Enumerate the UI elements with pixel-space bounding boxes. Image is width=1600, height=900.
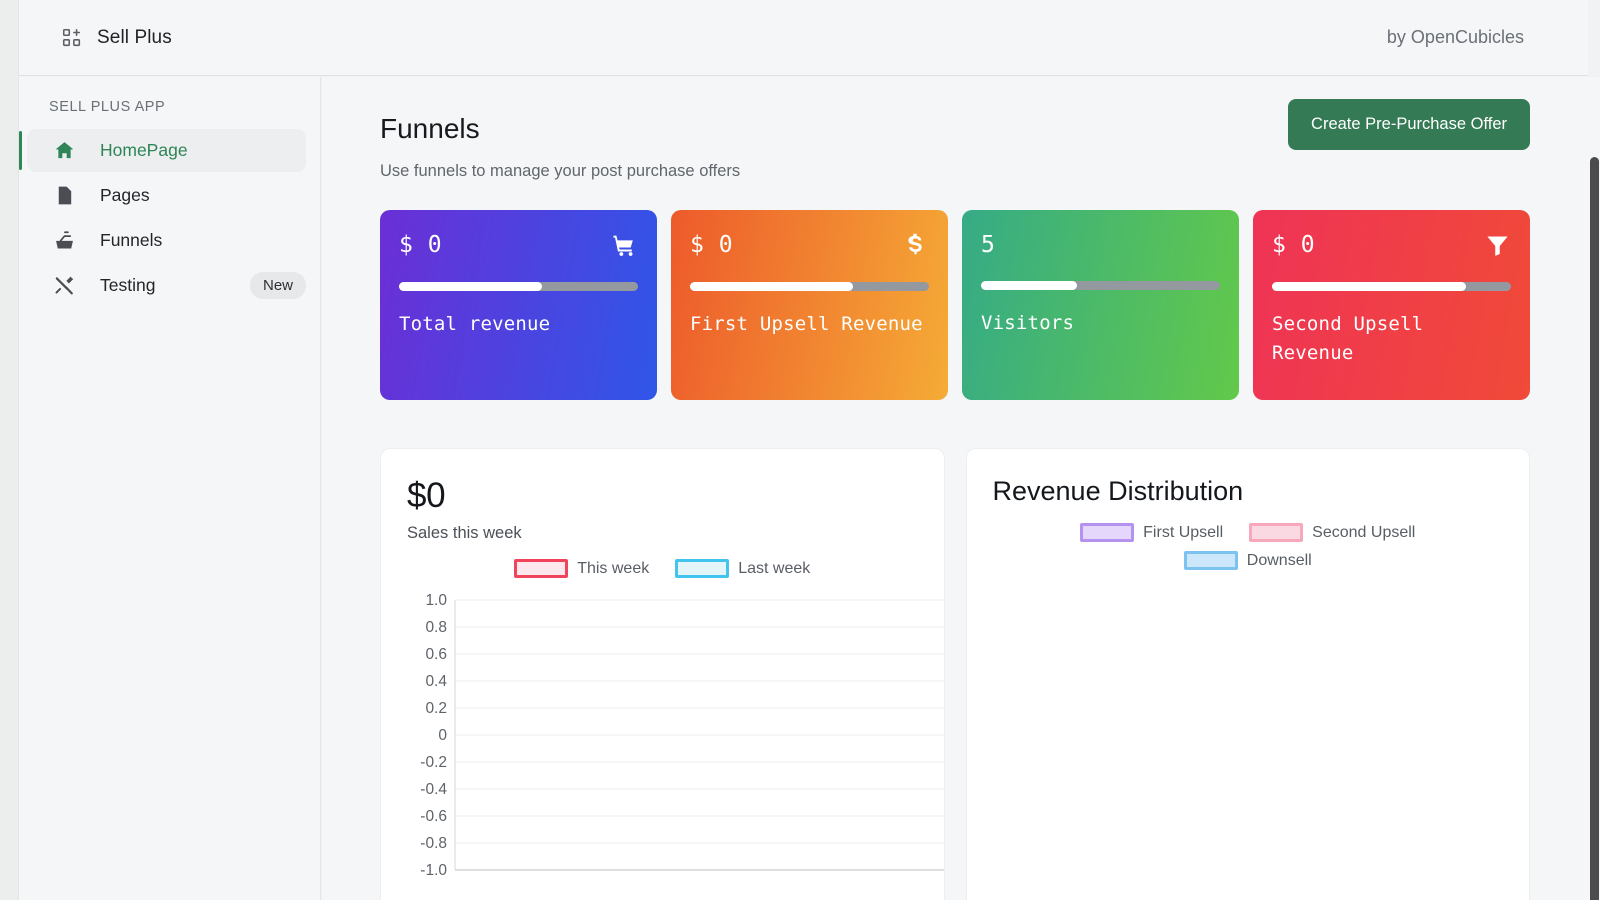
legend-label: Downsell <box>1246 551 1312 569</box>
vertical-scrollbar-track[interactable] <box>1588 77 1600 900</box>
legend-swatch-first-upsell <box>1080 523 1135 542</box>
legend-label: First Upsell <box>1143 523 1224 541</box>
stat-card-top: $ 0 <box>1272 232 1511 259</box>
funnel-box-icon <box>53 229 76 252</box>
brand[interactable]: Sell Plus <box>61 27 172 49</box>
sidebar-item-label: Funnels <box>100 230 163 250</box>
y-axis-tick-label: -0.8 <box>420 835 447 852</box>
progress-bar <box>399 282 638 291</box>
y-axis-tick-label: -0.2 <box>420 754 447 771</box>
status-badge: New <box>249 272 306 299</box>
sidebar: SELL PLUS APP HomePage Pages Funnels Tes… <box>18 77 321 900</box>
stat-card-visitors[interactable]: 5 Visitors <box>962 210 1239 400</box>
progress-bar-fill <box>690 282 853 291</box>
progress-bar-fill <box>1272 282 1466 291</box>
legend-label: This week <box>577 559 650 577</box>
stat-label: Total revenue <box>399 313 551 335</box>
home-icon <box>53 139 76 162</box>
stat-label: Visitors <box>981 312 1075 334</box>
y-axis-tick-label: 0.6 <box>425 646 447 663</box>
legend-swatch-last-week <box>675 559 730 578</box>
panel-title: Revenue Distribution <box>992 476 1244 506</box>
legend-label: Second Upsell <box>1312 523 1416 541</box>
vendor-byline: by OpenCubicles <box>1386 27 1524 47</box>
create-pre-purchase-offer-button[interactable]: Create Pre-Purchase Offer <box>1288 99 1530 150</box>
y-axis-tick-label: -0.6 <box>420 808 447 825</box>
main-content: Funnels Use funnels to manage your post … <box>322 77 1588 900</box>
sidebar-item-label: Pages <box>100 185 150 205</box>
sidebar-item-homepage[interactable]: HomePage <box>19 129 306 172</box>
sidebar-item-label: Testing <box>100 275 156 295</box>
page-subtitle: Use funnels to manage your post purchase… <box>380 162 741 180</box>
stat-value: $ 0 <box>690 232 734 258</box>
legend-swatch-second-upsell <box>1249 523 1304 542</box>
sales-line-chart[interactable]: 1.0 0.8 0.6 0.4 0.2 0 -0.2 -0.4 -0.6 -0.8 -1.0 <box>407 592 944 882</box>
apps-plus-icon <box>61 27 83 49</box>
y-axis-tick-label: -0.4 <box>420 781 447 798</box>
funnel-icon <box>1484 232 1511 259</box>
tools-icon <box>53 274 76 297</box>
sidebar-item-label: HomePage <box>100 140 188 160</box>
stat-label: Second Upsell Revenue <box>1272 313 1424 364</box>
revenue-distribution-panel: Revenue Distribution First Upsell Second… <box>965 448 1530 900</box>
sales-chart-svg: 1.0 0.8 0.6 0.4 0.2 0 -0.2 -0.4 -0.6 -0.8 -1.0 <box>420 592 944 879</box>
y-axis-tick-label: 1.0 <box>425 592 447 609</box>
legend-item[interactable]: Downsell <box>993 551 1504 570</box>
legend-swatch-this-week <box>514 559 569 578</box>
app-window: Sell Plus by OpenCubicles SELL PLUS APP … <box>0 0 1600 900</box>
page-icon <box>53 184 76 207</box>
progress-bar <box>690 282 929 291</box>
dollar-icon <box>902 232 929 259</box>
app-title: Sell Plus <box>97 26 172 48</box>
sales-value: $0 <box>407 476 446 515</box>
stat-value: 5 <box>981 232 996 258</box>
legend-item[interactable]: Second Upsell <box>1249 523 1415 542</box>
shopping-cart-icon <box>611 232 638 259</box>
stat-card-total-revenue[interactable]: $ 0 Total revenue <box>380 210 657 400</box>
sidebar-item-pages[interactable]: Pages <box>27 174 306 217</box>
sidebar-heading: SELL PLUS APP <box>49 99 166 115</box>
progress-bar-fill <box>399 282 543 291</box>
stat-label: First Upsell Revenue <box>690 313 923 335</box>
distribution-chart-legend: First Upsell Second Upsell Downsell <box>993 523 1504 570</box>
legend-label: Last week <box>738 559 811 577</box>
legend-item[interactable]: First Upsell <box>1080 523 1223 542</box>
progress-bar <box>981 281 1220 290</box>
sidebar-item-funnels[interactable]: Funnels <box>27 219 306 262</box>
stat-card-second-upsell-revenue[interactable]: $ 0 Second Upsell Revenue <box>1253 210 1530 400</box>
legend-item[interactable]: This week <box>514 559 649 578</box>
y-axis-tick-label: 0.8 <box>425 619 447 636</box>
top-header-bar: Sell Plus by OpenCubicles <box>18 0 1588 76</box>
vertical-scrollbar-thumb[interactable] <box>1590 157 1599 900</box>
stat-card-top: 5 <box>981 232 1220 258</box>
stat-value: $ 0 <box>1272 232 1316 258</box>
y-axis-tick-label: 0.4 <box>425 673 447 690</box>
stat-card-top: $ 0 <box>690 232 929 259</box>
stat-value: $ 0 <box>399 232 443 258</box>
sidebar-item-testing[interactable]: Testing New <box>27 264 306 307</box>
progress-bar <box>1272 282 1511 291</box>
progress-bar-fill <box>981 281 1077 290</box>
legend-item[interactable]: Last week <box>675 559 810 578</box>
sales-caption: Sales this week <box>407 524 522 542</box>
y-axis-tick-label: -1.0 <box>420 862 447 879</box>
page-header: Funnels Use funnels to manage your post … <box>380 99 1530 181</box>
stat-card-top: $ 0 <box>399 232 638 259</box>
y-axis-tick-label: 0 <box>438 727 447 744</box>
y-axis-tick-label: 0.2 <box>425 700 447 717</box>
stat-cards: $ 0 Total revenue $ 0 First Upsell Reven… <box>380 210 1530 400</box>
sales-this-week-panel: $0 Sales this week This week Last week 1… <box>380 448 945 900</box>
charts-row: $0 Sales this week This week Last week 1… <box>380 448 1530 900</box>
window-left-edge <box>0 0 18 900</box>
legend-swatch-downsell <box>1183 551 1238 570</box>
sales-chart-legend: This week Last week <box>407 559 918 578</box>
stat-card-first-upsell-revenue[interactable]: $ 0 First Upsell Revenue <box>671 210 948 400</box>
